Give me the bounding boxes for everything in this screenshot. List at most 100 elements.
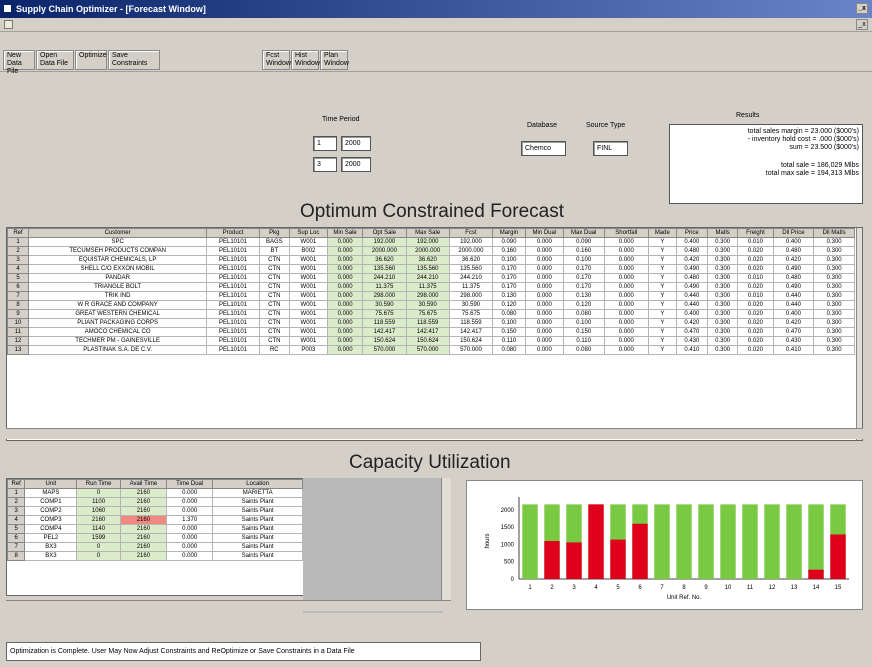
forecast-header-cell[interactable]: Min Dual [524, 228, 564, 238]
hist-window-button[interactable]: Hist Window [291, 50, 320, 70]
capacity-cell[interactable]: 8 [7, 551, 26, 561]
forecast-table-row[interactable]: 8W R GRACE AND COMPANY PEL10101 CTN W001 0.0… [7, 300, 855, 310]
capacity-table-row[interactable]: 3 COMP2 1060 2160 0.000 Saints Plant [7, 506, 303, 516]
forecast-cell[interactable]: 11 [7, 327, 29, 337]
forecast-header-cell[interactable]: Customer [27, 228, 208, 238]
forecast-vscrollbar[interactable] [856, 228, 862, 440]
fcst-window-button[interactable]: Fcst Window [262, 50, 291, 70]
forecast-table-row[interactable]: 10 PLIANT PACKAGING CORPS PEL10101 CTN W001 0… [7, 318, 855, 328]
capacity-header-cell[interactable]: Location [212, 479, 303, 489]
capacity-header-cell[interactable]: Ref [7, 479, 26, 489]
save-constraints-button[interactable]: Save Constraints [108, 50, 160, 70]
capacity-table-row[interactable]: 6 PEL2 1599 2160 0.000 Saints Plant [7, 533, 303, 543]
forecast-table-row[interactable]: 13 PLASTINAK S.A. DE C.V. PEL10101 RC P003 0.… [7, 345, 855, 355]
capacity-header-cell[interactable]: Run Time [76, 479, 121, 489]
forecast-cell[interactable]: 2 [7, 246, 29, 256]
forecast-header-cell[interactable]: Pkg [258, 228, 290, 238]
forecast-header-cell[interactable]: Matls [707, 228, 739, 238]
close-icon[interactable]: _x [856, 3, 868, 14]
forecast-header-cell[interactable]: Dll Price [772, 228, 815, 238]
capacity-cell[interactable]: 1 [7, 488, 26, 498]
capacity-grid[interactable]: Ref Unit Run Time Avail Time Time Dual Locati… [6, 478, 306, 596]
capacity-cell[interactable]: 6 [7, 533, 26, 543]
capacity-cell: Saints Plant [212, 542, 303, 552]
forecast-header-cell[interactable]: Price [675, 228, 709, 238]
optimize-button[interactable]: Optimize [75, 50, 107, 70]
forecast-cell[interactable]: 10 [7, 318, 29, 328]
forecast-cell[interactable]: 7 [7, 291, 29, 301]
capacity-table-row[interactable]: 5 COMP4 1140 2160 0.000 Saints Plant [7, 524, 303, 534]
capacity-table-row[interactable]: 7 BX3 0 2160 0.000 Saints Plant [7, 542, 303, 552]
document-icon[interactable] [4, 20, 13, 29]
forecast-header-cell[interactable]: Fcst [448, 228, 494, 238]
forecast-cell: 0.120 [492, 300, 526, 310]
forecast-header-cell[interactable]: Max Sale [405, 228, 450, 238]
forecast-header-cell[interactable]: Min Sale [326, 228, 364, 238]
plan-window-button[interactable]: Plan Window [320, 50, 349, 70]
forecast-cell: 118.559 [405, 318, 450, 328]
capacity-cell[interactable]: 2 [7, 497, 26, 507]
forecast-table-row[interactable]: 6 TRIANGLE BOLT PEL10101 CTN W001 0.000 11.375… [7, 282, 855, 292]
forecast-cell[interactable]: 13 [7, 345, 29, 355]
forecast-header-cell[interactable]: Made [648, 228, 677, 238]
database-field[interactable]: Chemco [521, 141, 566, 156]
forecast-table-row[interactable]: 2 TECUMSEH PRODUCTS COMPAN PEL10101 BT B002 0… [7, 246, 855, 256]
capacity-cell[interactable]: 5 [7, 524, 26, 534]
forecast-table-row[interactable]: 11 AMOCO CHEMICAL CO PEL10101 CTN W001 0.000 1… [7, 327, 855, 337]
forecast-header-cell[interactable]: Margin [492, 228, 526, 238]
start-month-field[interactable]: 1 [313, 136, 337, 151]
capacity-cell[interactable]: 7 [7, 542, 26, 552]
new-data-file-button[interactable]: New Data File [3, 50, 35, 75]
forecast-header-cell[interactable]: Ref [7, 228, 29, 238]
capacity-cell: Saints Plant [212, 524, 303, 534]
forecast-table-row[interactable]: 1 SPC PEL10101 BAGS W001 0.000 192.000 192.000 1… [7, 237, 855, 247]
forecast-header-cell[interactable]: Freight [737, 228, 774, 238]
forecast-header-cell[interactable]: Opt Sale [362, 228, 407, 238]
capacity-table-row[interactable]: 8 BX3 0 2160 0.000 Saints Plant [7, 551, 303, 561]
forecast-cell: 0.300 [813, 309, 855, 319]
capacity-table-row[interactable]: 4 COMP3 2160 2160 1.370 Saints Plant [7, 515, 303, 525]
capacity-vscrollbar[interactable] [441, 478, 451, 602]
end-year-field[interactable]: 2000 [341, 157, 371, 172]
forecast-cell[interactable]: 12 [7, 336, 29, 346]
source-type-field[interactable]: FINL [593, 141, 628, 156]
capacity-table-row[interactable]: 1 MAPS 0 2160 0.000 MARIETTA [7, 488, 303, 498]
forecast-cell[interactable]: 4 [7, 264, 29, 274]
capacity-cell[interactable]: 3 [7, 506, 26, 516]
end-month-field[interactable]: 3 [313, 157, 337, 172]
capacity-cell[interactable]: 4 [7, 515, 26, 525]
capacity-cell: 0.000 [166, 497, 214, 507]
forecast-cell: 0.430 [772, 336, 815, 346]
start-year-field[interactable]: 2000 [341, 136, 371, 151]
forecast-cell[interactable]: 6 [7, 282, 29, 292]
forecast-grid[interactable]: Ref Customer Product Pkg Sup Loc Min Sale Opt … [6, 227, 863, 441]
capacity-header-cell[interactable]: Unit [24, 479, 78, 489]
forecast-cell[interactable]: 1 [7, 237, 29, 247]
forecast-cell[interactable]: 8 [7, 300, 29, 310]
forecast-table-row[interactable]: 4 SHELL C/O EXXON MOBIL PEL10101 CTN W001 0.0… [7, 264, 855, 274]
forecast-header-cell[interactable]: Sup Loc [288, 228, 328, 238]
forecast-hscrollbar[interactable] [6, 428, 863, 439]
forecast-header-cell[interactable]: Shortfall [603, 228, 650, 238]
forecast-table-row[interactable]: 5 PANDAR PEL10101 CTN W001 0.000 244.210 244.21… [7, 273, 855, 283]
forecast-cell[interactable]: 9 [7, 309, 29, 319]
capacity-table-row[interactable]: 2 COMP1 1100 2160 0.000 Saints Plant [7, 497, 303, 507]
forecast-header-cell[interactable]: Max Dual [562, 228, 605, 238]
forecast-cell: 298.000 [362, 291, 407, 301]
forecast-table-row[interactable]: 12 TECHMER PM - GAINESVILLE PEL10101 CTN W00… [7, 336, 855, 346]
forecast-cell: 0.170 [492, 282, 526, 292]
capacity-header-cell[interactable]: Time Dual [166, 479, 214, 489]
forecast-table-row[interactable]: 9 GREAT WESTERN CHEMICAL PEL10101 CTN W001 0.… [7, 309, 855, 319]
capacity-hscrollbar[interactable] [6, 600, 451, 611]
forecast-header-cell[interactable]: Product [206, 228, 260, 238]
forecast-cell[interactable]: 5 [7, 273, 29, 283]
restore-icon[interactable]: _x [856, 19, 868, 30]
forecast-cell[interactable]: 3 [7, 255, 29, 265]
forecast-header-cell[interactable]: Dll Matls [813, 228, 855, 238]
capacity-header-cell[interactable]: Avail Time [119, 479, 168, 489]
forecast-table-row[interactable]: 7 TRIK IND PEL10101 CTN W001 0.000 298.000 298.… [7, 291, 855, 301]
capacity-cell: 2160 [119, 524, 168, 534]
open-data-file-button[interactable]: Open Data File [36, 50, 74, 70]
forecast-cell: CTN [258, 264, 290, 274]
forecast-table-row[interactable]: 3 EQUISTAR CHEMICALS, LP PEL10101 CTN W001 0.… [7, 255, 855, 265]
